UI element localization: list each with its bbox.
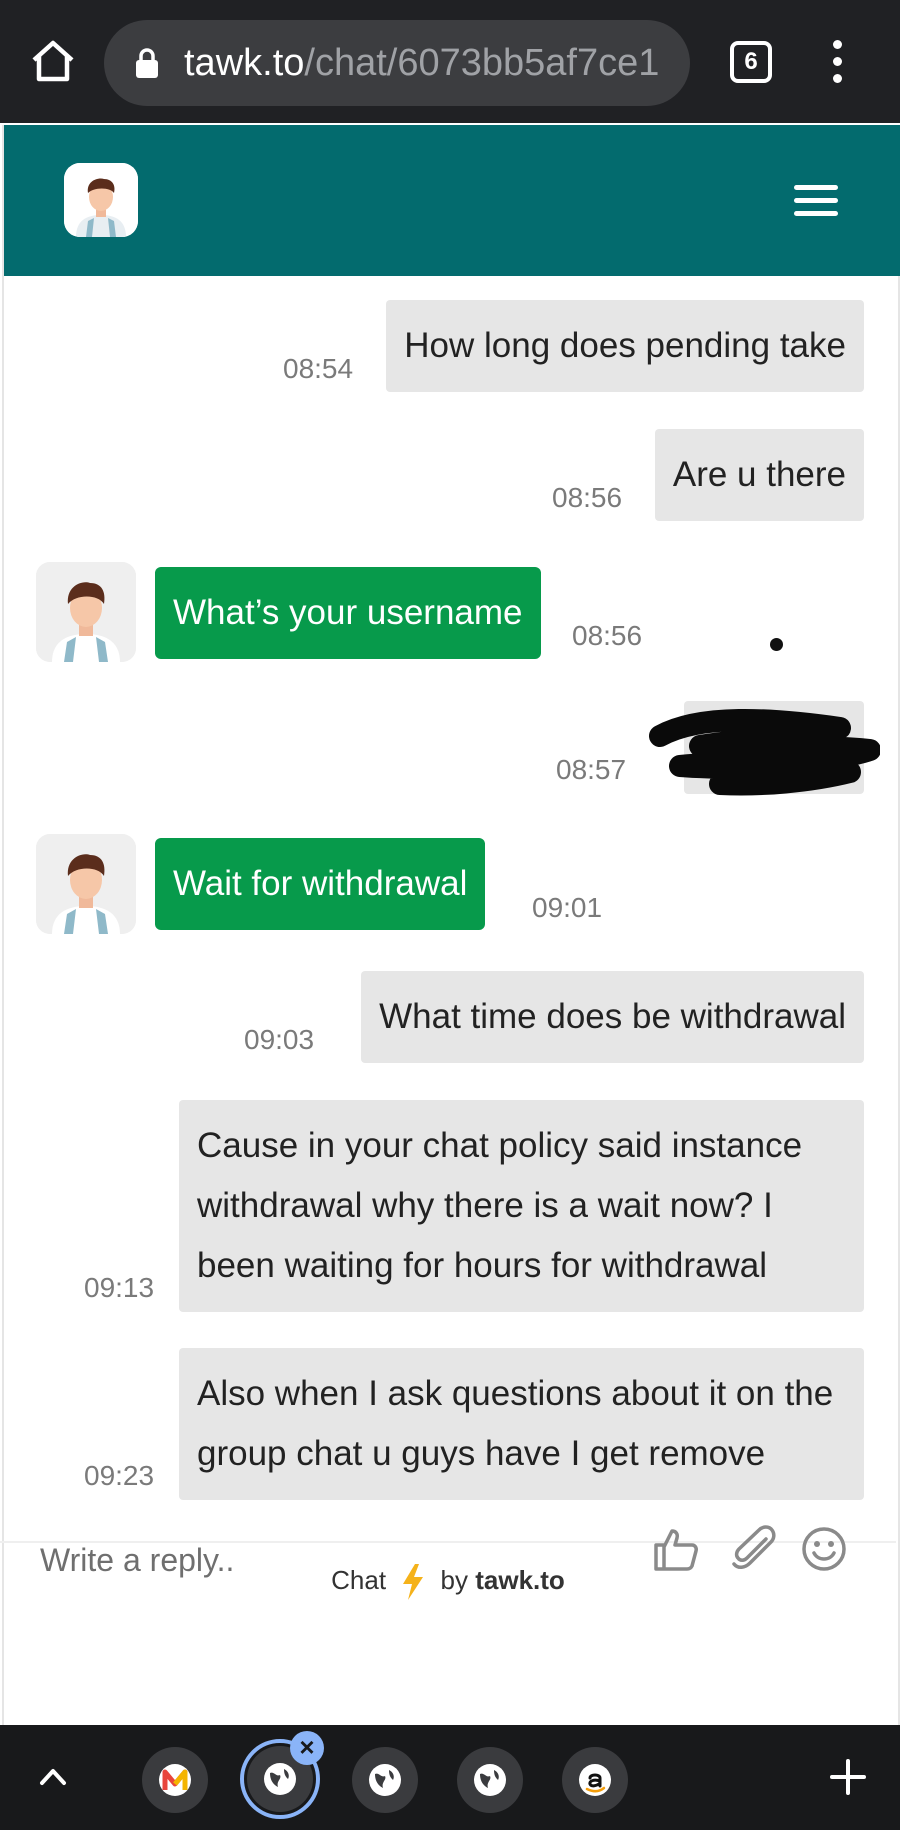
message-time: 09:03 [244, 1024, 315, 1055]
agent-avatar [36, 562, 136, 662]
message-time: 09:23 [84, 1460, 155, 1491]
bottom-tab-bar: × [0, 1725, 900, 1830]
visitor-message: Also when I ask questions about it on th… [179, 1348, 864, 1500]
emoji-icon[interactable] [800, 1525, 848, 1573]
agent-message: Wait for withdrawal [155, 838, 486, 930]
url-host: tawk.to [184, 42, 305, 84]
thumbs-up-icon[interactable] [652, 1525, 700, 1573]
url-path: /chat/6073bb5af7ce1 [304, 42, 660, 84]
more-options-icon[interactable] [826, 40, 848, 86]
new-tab-icon[interactable] [828, 1757, 868, 1797]
visitor-message: What time does be withdrawal [361, 971, 864, 1063]
visitor-message: How long does pending take [386, 300, 864, 392]
browser-toolbar: tawk.to/chat/6073bb5af7ce1 6 [0, 0, 900, 123]
visitor-message: Are u there [654, 429, 864, 521]
redaction-scribble [649, 709, 880, 796]
address-bar[interactable]: tawk.to/chat/6073bb5af7ce1 [104, 20, 690, 106]
chat-header [4, 125, 900, 276]
visitor-message: Cause in your chat policy said instance … [179, 1100, 864, 1312]
home-icon[interactable] [28, 36, 78, 86]
agent-message: What’s your username [155, 567, 541, 659]
amazon-icon[interactable] [562, 1747, 628, 1813]
lock-icon [136, 48, 158, 78]
menu-icon[interactable] [794, 185, 838, 219]
chevron-up-icon[interactable] [36, 1763, 70, 1789]
agent-avatar [64, 163, 138, 237]
message-time: 08:56 [552, 482, 623, 513]
paperclip-icon[interactable] [730, 1525, 778, 1573]
url-text: tawk.to/chat/6073bb5af7ce1 [184, 40, 659, 86]
m-app-icon[interactable] [142, 1747, 208, 1813]
globe-icon[interactable] [457, 1747, 523, 1813]
tab-switcher-button[interactable]: 6 [730, 41, 772, 83]
message-time: 08:57 [556, 754, 627, 785]
message-time: 09:13 [84, 1272, 155, 1303]
message-time: 08:56 [572, 620, 643, 651]
typing-dot [770, 638, 783, 651]
globe-icon[interactable] [352, 1747, 418, 1813]
message-time: 08:54 [283, 353, 354, 384]
reply-input[interactable] [40, 1530, 600, 1590]
message-time: 09:01 [532, 892, 603, 923]
close-tab-icon[interactable]: × [290, 1731, 324, 1765]
agent-avatar [36, 834, 136, 934]
